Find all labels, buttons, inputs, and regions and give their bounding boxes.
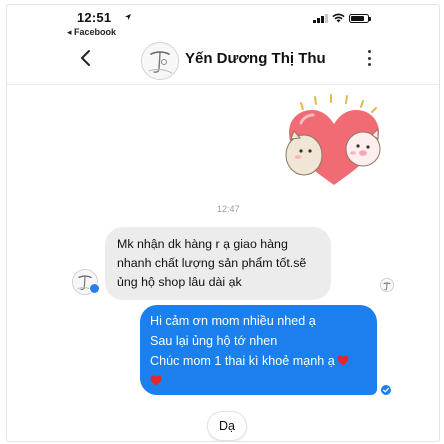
battery-icon bbox=[348, 14, 371, 23]
received-message-line-2: nhanh chất lượng sản phẩm tốt.sẽ bbox=[117, 256, 307, 270]
received-message-bubble[interactable]: Mk nhận dk hàng r ạ giao hàng nhanh chất… bbox=[105, 227, 331, 300]
received-message-line-1: Mk nhận dk hàng r ạ giao hàng bbox=[117, 237, 288, 251]
quick-reply-button[interactable]: Dạ bbox=[207, 411, 247, 441]
header-divider bbox=[7, 84, 439, 85]
battery-level bbox=[350, 16, 364, 21]
messenger-badge-icon bbox=[89, 283, 100, 294]
back-to-facebook-link[interactable]: ◂ Facebook bbox=[67, 27, 116, 38]
sent-check-icon bbox=[381, 385, 391, 395]
sent-message-line-1: Hi cảm ơn mom nhiều nhed ạ bbox=[150, 314, 316, 328]
heart-emoji-icon bbox=[337, 355, 349, 366]
sent-message-line-3: Chúc mom 1 thai kì khoẻ mạnh ạ bbox=[150, 351, 367, 371]
messenger-screen: 12:51 ◂ Facebook Yến Dương Thị Thu 12:47… bbox=[6, 4, 440, 442]
seen-avatar-icon bbox=[380, 278, 394, 292]
cellular-signal-icon bbox=[313, 14, 328, 23]
status-indicators bbox=[313, 13, 371, 23]
heart-sticker[interactable] bbox=[279, 93, 389, 191]
sent-message-line-3-text: Chúc mom 1 thai kì khoẻ mạnh ạ bbox=[150, 354, 335, 368]
heart-emoji-icon bbox=[150, 375, 162, 386]
more-vertical-icon[interactable] bbox=[368, 50, 372, 66]
sent-message-line-2: Sau lại ủng hộ tớ nhen bbox=[150, 334, 278, 348]
status-time: 12:51 bbox=[77, 10, 112, 25]
chevron-left-icon[interactable] bbox=[78, 49, 94, 67]
contact-avatar[interactable] bbox=[141, 42, 179, 80]
sent-message-bubble[interactable]: Hi cảm ơn mom nhiều nhed ạ Sau lại ủng h… bbox=[140, 305, 377, 395]
received-message-line-3: ủng hộ shop lâu dài ạk bbox=[117, 275, 242, 289]
contact-name[interactable]: Yến Dương Thị Thu bbox=[185, 50, 326, 67]
sent-message-line-4 bbox=[150, 371, 367, 391]
avatar-figure-icon bbox=[142, 43, 178, 79]
message-timestamp: 12:47 bbox=[217, 204, 240, 214]
wifi-icon bbox=[331, 13, 345, 23]
location-arrow-icon bbox=[125, 14, 131, 20]
